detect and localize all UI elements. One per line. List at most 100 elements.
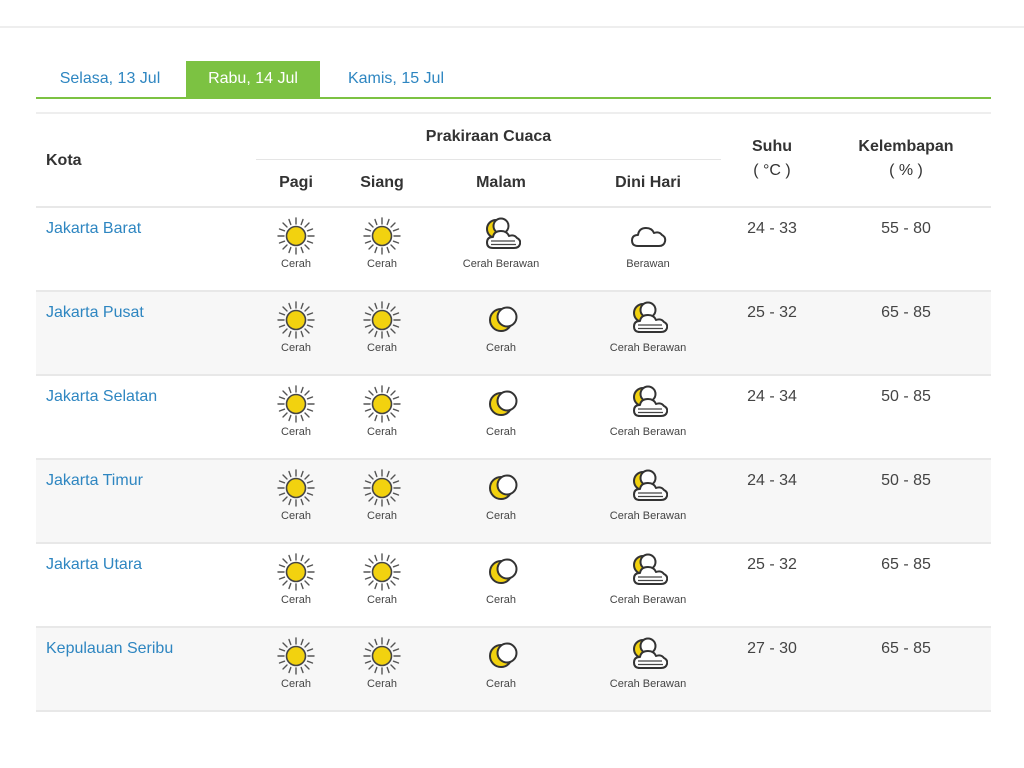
forecast-cell: Cerah — [322, 216, 442, 270]
forecast-cell: Cerah Berawan — [588, 636, 708, 690]
cloud-icon — [631, 227, 667, 247]
sun-icon — [277, 217, 315, 255]
forecast-label: Cerah Berawan — [609, 594, 687, 606]
forecast-cell: Cerah Berawan — [588, 468, 708, 522]
city-link[interactable]: Kepulauan Seribu — [46, 640, 173, 658]
temperature-value: 25 - 32 — [747, 556, 797, 573]
header-dini-hari: Dini Hari — [615, 174, 681, 191]
moon-cloud-icon — [633, 301, 668, 333]
humidity-value: 65 - 85 — [881, 640, 931, 657]
table-row: Jakarta Selatan Cerah Cerah Cerah Cerah Bera… — [36, 376, 991, 460]
forecast-label: Cerah — [486, 426, 516, 438]
moon-cloud-icon — [633, 637, 668, 669]
header-kelembapan-unit: ( % ) — [889, 162, 923, 179]
forecast-label: Cerah Berawan — [609, 426, 687, 438]
tab-selasa[interactable]: Selasa, 13 Jul — [36, 61, 184, 97]
sun-icon — [363, 385, 401, 423]
forecast-label: Cerah — [367, 594, 397, 606]
moon-icon — [489, 474, 518, 500]
forecast-label: Cerah — [367, 342, 397, 354]
date-tabs: Selasa, 13 Jul Rabu, 14 Jul Kamis, 15 Ju… — [36, 61, 991, 99]
tab-kamis[interactable]: Kamis, 15 Jul — [326, 61, 466, 97]
forecast-label: Cerah Berawan — [609, 342, 687, 354]
sun-icon — [363, 301, 401, 339]
forecast-cell: Cerah Berawan — [441, 216, 561, 270]
forecast-cell: Cerah — [322, 300, 442, 354]
forecast-cell: Cerah — [322, 468, 442, 522]
header-suhu-unit: ( °C ) — [753, 162, 791, 179]
table-row: Jakarta Timur Cerah Cerah Cerah Cerah Berawa… — [36, 460, 991, 544]
humidity-value: 50 - 85 — [881, 388, 931, 405]
forecast-cell: Cerah — [322, 636, 442, 690]
forecast-cell: Cerah Berawan — [588, 384, 708, 438]
sun-icon — [277, 637, 315, 675]
table-header: Kota Prakiraan Cuaca Pagi Siang Malam Di… — [36, 112, 991, 208]
forecast-cell: Cerah — [441, 468, 561, 522]
forecast-cell: Berawan — [588, 216, 708, 270]
forecast-label: Cerah — [486, 510, 516, 522]
sun-icon — [363, 217, 401, 255]
header-suhu: Suhu — [752, 138, 792, 155]
sun-icon — [363, 553, 401, 591]
forecast-label: Cerah — [367, 426, 397, 438]
table-row: Jakarta Utara Cerah Cerah Cerah Cerah Berawa… — [36, 544, 991, 628]
sun-icon — [363, 637, 401, 675]
sun-icon — [363, 469, 401, 507]
forecast-label: Cerah Berawan — [609, 510, 687, 522]
forecast-cell: Cerah — [441, 552, 561, 606]
moon-icon — [489, 306, 518, 332]
forecast-cell: Cerah — [322, 552, 442, 606]
header-kelembapan: Kelembapan — [858, 138, 954, 155]
city-link[interactable]: Jakarta Pusat — [46, 304, 144, 322]
humidity-value: 65 - 85 — [881, 304, 931, 321]
forecast-cell: Cerah Berawan — [588, 300, 708, 354]
sun-icon — [277, 469, 315, 507]
temperature-value: 24 - 34 — [747, 388, 797, 405]
forecast-cell: Cerah — [322, 384, 442, 438]
sun-icon — [277, 553, 315, 591]
temperature-value: 27 - 30 — [747, 640, 797, 657]
header-subdivider — [256, 159, 721, 160]
forecast-cell: Cerah — [441, 300, 561, 354]
forecast-label: Cerah Berawan — [609, 678, 687, 690]
city-link[interactable]: Jakarta Barat — [46, 220, 141, 238]
forecast-label: Cerah — [486, 678, 516, 690]
tab-rabu[interactable]: Rabu, 14 Jul — [186, 61, 320, 97]
forecast-label: Cerah — [367, 258, 397, 270]
humidity-value: 50 - 85 — [881, 472, 931, 489]
temperature-value: 24 - 34 — [747, 472, 797, 489]
header-malam: Malam — [476, 174, 526, 191]
tabs-underline — [36, 97, 991, 99]
moon-icon — [489, 642, 518, 668]
table-row: Kepulauan Seribu Cerah Cerah Cerah Cerah Ber… — [36, 628, 991, 712]
sun-icon — [277, 301, 315, 339]
forecast-label: Cerah — [367, 510, 397, 522]
header-prakiraan: Prakiraan Cuaca — [425, 128, 552, 145]
forecast-label: Cerah — [486, 342, 516, 354]
sun-icon — [277, 385, 315, 423]
forecast-label: Cerah — [367, 678, 397, 690]
forecast-label: Cerah Berawan — [462, 258, 540, 270]
moon-icon — [489, 390, 518, 416]
forecast-label: Berawan — [626, 258, 670, 270]
city-link[interactable]: Jakarta Selatan — [46, 388, 157, 406]
weather-table: Kota Prakiraan Cuaca Pagi Siang Malam Di… — [36, 112, 991, 712]
forecast-cell: Cerah — [441, 636, 561, 690]
temperature-value: 24 - 33 — [747, 220, 797, 237]
table-row: Jakarta Barat Cerah Cerah Cerah Berawan Bera… — [36, 208, 991, 292]
humidity-value: 55 - 80 — [881, 220, 931, 237]
moon-icon — [489, 558, 518, 584]
top-divider — [0, 26, 1024, 28]
moon-cloud-icon — [486, 217, 521, 249]
moon-cloud-icon — [633, 553, 668, 585]
moon-cloud-icon — [633, 469, 668, 501]
header-siang: Siang — [360, 174, 404, 191]
header-kota: Kota — [46, 152, 82, 169]
forecast-label: Cerah — [486, 594, 516, 606]
table-row: Jakarta Pusat Cerah Cerah Cerah Cerah Berawa… — [36, 292, 991, 376]
moon-cloud-icon — [633, 385, 668, 417]
temperature-value: 25 - 32 — [747, 304, 797, 321]
city-link[interactable]: Jakarta Utara — [46, 556, 142, 574]
city-link[interactable]: Jakarta Timur — [46, 472, 143, 490]
forecast-cell: Cerah Berawan — [588, 552, 708, 606]
